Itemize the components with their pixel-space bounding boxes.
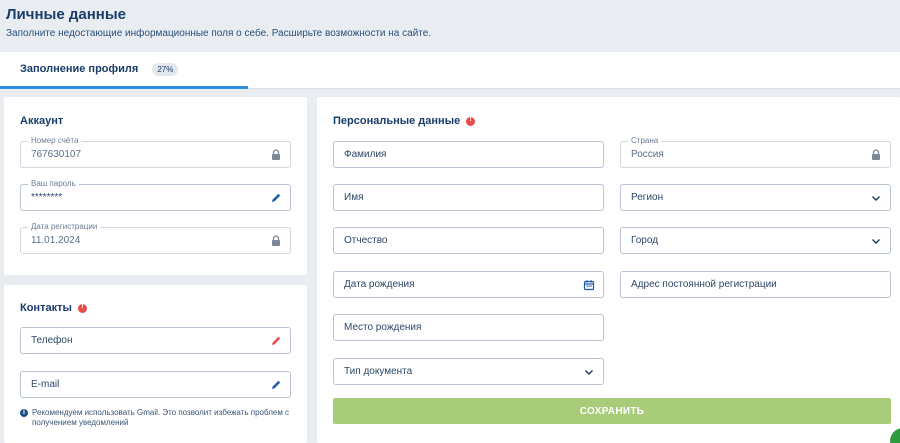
account-card: Аккаунт Номер счёта 767630107 Ваш пароль… [4,97,307,275]
account-number-label: Номер счёта [28,136,82,145]
progress-badge: 27% [152,62,179,76]
password-field[interactable]: Ваш пароль ******** [20,179,291,211]
address-placeholder: Адрес постоянной регистрации [631,279,777,290]
account-title: Аккаунт [20,115,63,127]
tab-profile-completion[interactable]: Заполнение профиля 27% [0,52,248,89]
save-button[interactable]: СОХРАНИТЬ [333,398,891,424]
patronymic-placeholder: Отчество [344,235,388,246]
info-icon [20,408,28,418]
country-value: Россия [631,149,664,160]
required-info-icon [466,116,476,126]
chevron-down-icon [872,239,880,244]
gmail-hint: Рекомендуем использовать Gmail. Это позв… [20,408,300,428]
document-type-select[interactable]: Тип документа [333,358,604,385]
birth-place-field[interactable]: Место рождения [333,314,604,341]
birth-date-field[interactable]: Дата рождения [333,271,604,298]
phone-placeholder: Телефон [31,335,73,346]
country-label: Страна [628,136,662,145]
personal-data-title-text: Персональные данные [333,115,461,127]
city-select[interactable]: Город [620,227,891,254]
page-title: Личные данные [6,6,126,23]
country-field: Страна Россия [620,136,891,168]
phone-field[interactable]: Телефон [20,327,291,354]
pencil-icon[interactable] [270,192,282,204]
address-field[interactable]: Адрес постоянной регистрации [620,271,891,298]
lock-icon [272,235,280,246]
password-value: ******** [31,192,63,203]
pencil-icon[interactable] [270,379,282,391]
account-number-value: 767630107 [31,149,82,160]
patronymic-field[interactable]: Отчество [333,227,604,254]
account-number-field: Номер счёта 767630107 [20,136,291,168]
last-name-placeholder: Фамилия [344,149,387,160]
lock-icon [872,149,880,160]
first-name-field[interactable]: Имя [333,184,604,211]
tabs-bar: Заполнение профиля 27% [0,52,900,89]
contacts-title: Контакты [20,302,87,314]
email-field[interactable]: E-mail [20,371,291,398]
pencil-icon[interactable] [270,335,282,347]
required-info-icon [77,303,87,313]
contacts-title-text: Контакты [20,302,72,314]
page-subtitle: Заполните недостающие информационные пол… [6,28,432,39]
gmail-hint-text: Рекомендуем использовать Gmail. Это позв… [32,408,290,427]
tab-label: Заполнение профиля [20,63,139,75]
registration-date-value: 11.01.2024 [31,235,81,246]
birth-date-placeholder: Дата рождения [344,279,415,290]
email-placeholder: E-mail [31,379,60,390]
account-title-text: Аккаунт [20,115,64,127]
password-label: Ваш пароль [28,179,79,188]
registration-date-field: Дата регистрации 11.01.2024 [20,222,291,254]
city-placeholder: Город [631,235,659,246]
last-name-field[interactable]: Фамилия [333,141,604,168]
birth-place-placeholder: Место рождения [344,322,422,333]
document-type-placeholder: Тип документа [344,366,413,377]
personal-data-title: Персональные данные [333,115,476,127]
lock-icon [272,149,280,160]
region-placeholder: Регион [631,192,664,203]
calendar-icon[interactable] [583,279,595,291]
region-select[interactable]: Регион [620,184,891,211]
chevron-down-icon [872,196,880,201]
registration-date-label: Дата регистрации [28,222,101,231]
first-name-placeholder: Имя [344,192,364,203]
chevron-down-icon [585,370,593,375]
